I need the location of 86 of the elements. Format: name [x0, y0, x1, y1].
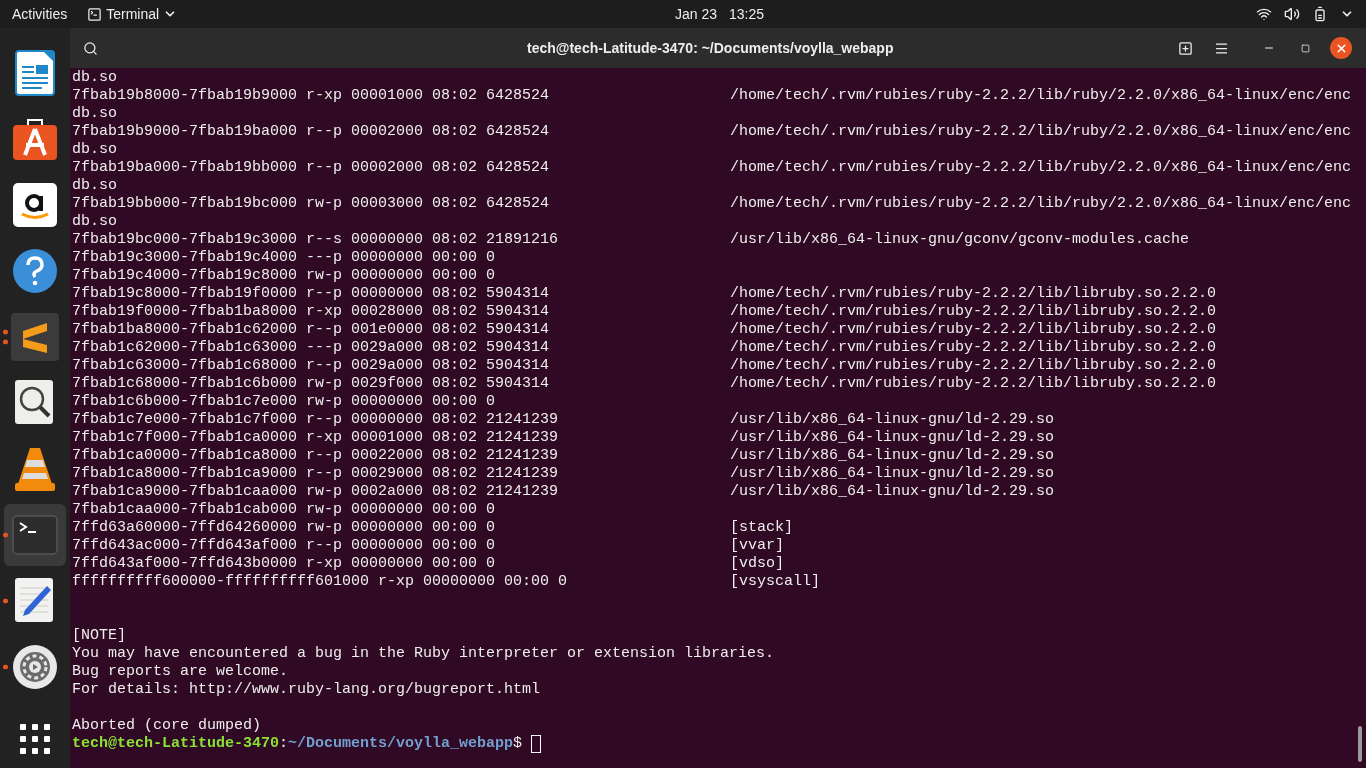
terminal-icon — [12, 515, 58, 555]
memory-mapping-text: 7fbab19bb000-7fbab19bc000 rw-p 00003000 08:02 6428524 — [72, 195, 550, 212]
memory-mapping-text: 7ffd63a60000-7ffd64260000 rw-p 00000000 00:00 0 — [72, 519, 496, 536]
terminal-output-text: db.so — [72, 213, 117, 230]
memory-mapping-text: 7fbab1ba8000-7fbab1c62000 r--p 001e0000 08:02 5904314 — [72, 321, 550, 338]
memory-mapping-text: 7fbab19b9000-7fbab19ba000 r--p 00002000 08:02 6428524 — [72, 123, 550, 140]
file-path-text: /home/tech/.rvm/rubies/ruby-2.2.2/lib/ruby/2.2.0/x86_64-linux/enc/enc — [730, 123, 1352, 140]
menu-icon — [1213, 40, 1229, 56]
help-icon — [12, 248, 58, 294]
file-path-text: /home/tech/.rvm/rubies/ruby-2.2.2/lib/libruby.so.2.2.0 — [730, 285, 1217, 302]
memory-mapping-text: 7fbab19c4000-7fbab19c8000 rw-p 00000000 00:00 0 — [72, 267, 496, 284]
search-button[interactable] — [82, 40, 98, 56]
memory-mapping-text: 7fbab1caa000-7fbab1cab000 rw-p 00000000 00:00 0 — [72, 501, 496, 518]
memory-mapping-text: 7ffd643af000-7ffd643b0000 r-xp 00000000 00:00 0 — [72, 555, 496, 572]
terminal-output-text: [NOTE] — [72, 627, 126, 644]
close-icon — [1334, 41, 1348, 55]
file-path-text: /home/tech/.rvm/rubies/ruby-2.2.2/lib/ruby/2.2.0/x86_64-linux/enc/enc — [730, 159, 1352, 176]
sublime-logo-icon — [11, 313, 59, 361]
memory-mapping-text: 7fbab1c7e000-7fbab1c7f000 r--p 00000000 08:02 21241239 — [72, 411, 559, 428]
terminal-output-text: db.so — [72, 69, 117, 86]
terminal-output-text: db.so — [72, 141, 117, 158]
file-path-text: [stack] — [730, 519, 793, 536]
clock-button[interactable]: Jan 23 13:25 — [675, 0, 765, 28]
file-path-text: /usr/lib/x86_64-linux-gnu/ld-2.29.so — [730, 411, 1055, 428]
memory-mapping-text: 7fbab1ca9000-7fbab1caa000 rw-p 0002a000 08:02 21241239 — [72, 483, 559, 500]
memory-mapping-text: 7fbab1ca0000-7fbab1ca8000 r--p 00022000 08:02 21241239 — [72, 447, 559, 464]
terminal-output-text: For details: http://www.ruby-lang.org/bugreport.html — [72, 681, 541, 698]
file-path-text: /usr/lib/x86_64-linux-gnu/gconv/gconv-modules.cache — [730, 231, 1190, 248]
gear-icon — [12, 644, 58, 690]
prompt-separator-text: : — [279, 735, 289, 753]
activities-button[interactable]: Activities — [0, 0, 80, 28]
memory-mapping-text: 7fbab1c68000-7fbab1c6b000 rw-p 0029f000 08:02 5904314 — [72, 375, 550, 392]
memory-mapping-text: ffffffffff600000-ffffffffff601000 r-xp 00000000 00:00 0 — [72, 573, 568, 590]
file-path-text: /home/tech/.rvm/rubies/ruby-2.2.2/lib/libruby.so.2.2.0 — [730, 321, 1217, 338]
memory-mapping-text: 7fbab19b8000-7fbab19b9000 r-xp 00001000 08:02 6428524 — [72, 87, 550, 104]
close-button[interactable] — [1330, 37, 1352, 59]
file-path-text: /home/tech/.rvm/rubies/ruby-2.2.2/lib/ruby/2.2.0/x86_64-linux/enc/enc — [730, 87, 1352, 104]
file-path-text: [vdso] — [730, 555, 784, 572]
maximize-icon — [1300, 43, 1310, 53]
file-path-text: /home/tech/.rvm/rubies/ruby-2.2.2/lib/libruby.so.2.2.0 — [730, 357, 1217, 374]
file-path-text: /home/tech/.rvm/rubies/ruby-2.2.2/lib/libruby.so.2.2.0 — [730, 339, 1217, 356]
file-path-text: /home/tech/.rvm/rubies/ruby-2.2.2/lib/ruby/2.2.0/x86_64-linux/enc/enc — [730, 195, 1352, 212]
memory-mapping-text: 7ffd643ac000-7ffd643af000 r--p 00000000 00:00 0 — [72, 537, 496, 554]
magnifier-icon — [15, 380, 55, 426]
letter-a-logo-icon — [13, 183, 57, 227]
document-icon — [15, 50, 55, 96]
memory-mapping-text: 7fbab1c6b000-7fbab1c7e000 rw-p 00000000 00:00 0 — [72, 393, 496, 410]
memory-mapping-text: 7fbab19c3000-7fbab19c4000 ---p 00000000 00:00 0 — [72, 249, 496, 266]
terminal-output-text: db.so — [72, 105, 117, 122]
search-icon — [82, 40, 98, 56]
prompt-path-text: ~/Documents/voylla_webapp — [288, 735, 514, 753]
memory-mapping-text: 7fbab19f0000-7fbab1ba8000 r-xp 00028000 08:02 5904314 — [72, 303, 550, 320]
terminal-output-text: db.so — [72, 177, 117, 194]
pencil-document-icon — [15, 578, 55, 624]
memory-mapping-text: 7fbab19ba000-7fbab19bb000 r--p 00002000 08:02 6428524 — [72, 159, 550, 176]
file-path-text: /home/tech/.rvm/rubies/ruby-2.2.2/lib/libruby.so.2.2.0 — [730, 303, 1217, 320]
file-path-text: /usr/lib/x86_64-linux-gnu/ld-2.29.so — [730, 447, 1055, 464]
file-path-text: [vsyscall] — [730, 573, 820, 590]
memory-mapping-text: 7fbab1c7f000-7fbab1ca0000 r-xp 00001000 08:02 21241239 — [72, 429, 559, 446]
text-cursor — [531, 735, 542, 753]
scrollbar-thumb[interactable] — [1358, 726, 1362, 762]
memory-mapping-text: 7fbab19c8000-7fbab19f0000 r--p 00000000 08:02 5904314 — [72, 285, 550, 302]
traffic-cone-icon — [14, 446, 56, 492]
volume-icon[interactable] — [1284, 6, 1300, 22]
app-menu-button[interactable]: Terminal — [79, 0, 186, 28]
memory-mapping-text: 7fbab1c63000-7fbab1c68000 r--p 0029a000 08:02 5904314 — [72, 357, 550, 374]
file-path-text: /usr/lib/x86_64-linux-gnu/ld-2.29.so — [730, 429, 1055, 446]
wifi-icon[interactable] — [1256, 6, 1272, 22]
new-tab-icon — [1177, 40, 1193, 56]
battery-icon[interactable] — [1312, 6, 1328, 22]
memory-mapping-text: 7fbab19bc000-7fbab19c3000 r--s 00000000 08:02 21891216 — [72, 231, 559, 248]
window-title: tech@tech-Latitude-3470: ~/Documents/voylla_webapp — [527, 38, 894, 58]
file-path-text: /usr/lib/x86_64-linux-gnu/ld-2.29.so — [730, 483, 1055, 500]
memory-mapping-text: 7fbab1c62000-7fbab1c63000 ---p 0029a000 08:02 5904314 — [72, 339, 550, 356]
file-path-text: /usr/lib/x86_64-linux-gnu/ld-2.29.so — [730, 465, 1055, 482]
prompt-user-text: tech@tech-Latitude-3470 — [72, 735, 280, 753]
shopping-bag-icon — [12, 117, 58, 161]
file-path-text: [vvar] — [730, 537, 784, 554]
terminal-output-text: Aborted (core dumped) — [72, 717, 262, 734]
memory-mapping-text: 7fbab1ca8000-7fbab1ca9000 r--p 00029000 08:02 21241239 — [72, 465, 559, 482]
terminal-output-text: Bug reports are welcome. — [72, 663, 289, 680]
terminal-output-text: You may have encountered a bug in the Ruby interpreter or extension libraries. — [72, 645, 775, 662]
file-path-text: /home/tech/.rvm/rubies/ruby-2.2.2/lib/libruby.so.2.2.0 — [730, 375, 1217, 392]
show-apps-grid-icon[interactable] — [20, 724, 50, 754]
terminal-icon — [87, 6, 103, 22]
prompt-symbol-text: $ — [513, 735, 523, 753]
